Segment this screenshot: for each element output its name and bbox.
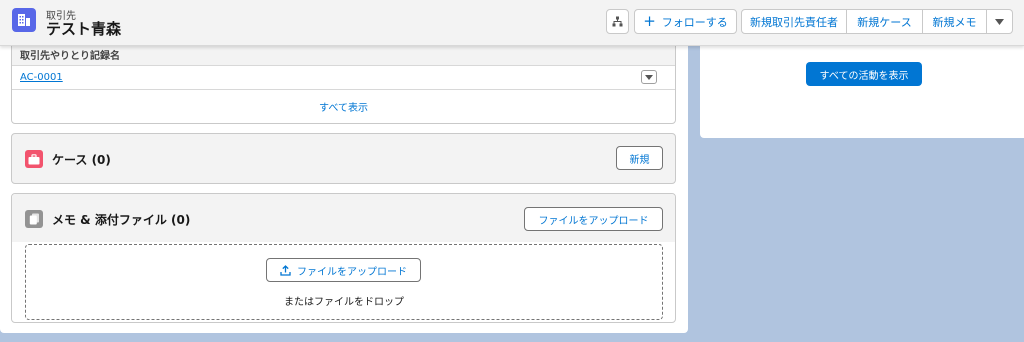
new-contact-button[interactable]: 新規取引先責任者 (741, 9, 847, 34)
chevron-down-icon (645, 74, 653, 80)
upload-files-button[interactable]: ファイルをアップロード (524, 207, 663, 231)
view-all-link[interactable]: すべて表示 (12, 99, 675, 114)
briefcase-icon (25, 150, 43, 168)
files-title: メモ & 添付ファイル (0) (52, 213, 191, 227)
view-all-activities-button[interactable]: すべての活動を表示 (806, 62, 922, 86)
hierarchy-button[interactable] (606, 9, 629, 34)
new-case-button[interactable]: 新規 (616, 146, 663, 170)
hierarchy-icon (612, 16, 623, 27)
files-icon (25, 210, 43, 228)
cases-title: ケース (0) (52, 153, 111, 167)
record-title: テスト青森 (46, 20, 122, 38)
more-actions-button[interactable] (987, 9, 1013, 34)
cases-card: ケース (0) 新規 (11, 133, 676, 184)
activity-panel: すべての活動を表示 (700, 46, 1024, 138)
dropzone-upload-button[interactable]: ファイルをアップロード (266, 258, 421, 282)
new-note-button[interactable]: 新規メモ (923, 9, 987, 34)
plus-icon: + (643, 12, 656, 30)
related-list-activity-records: 取引先やりとり記録名 AC-0001 すべて表示 (11, 36, 676, 124)
dropzone-upload-label: ファイルをアップロード (297, 266, 407, 278)
chevron-down-icon (995, 18, 1004, 25)
upload-icon (280, 264, 291, 276)
new-case-action-button[interactable]: 新規ケース (847, 9, 923, 34)
files-card: メモ & 添付ファイル (0) ファイルをアップロード ファイルをアップロード … (11, 193, 676, 323)
record-link[interactable]: AC-0001 (20, 72, 63, 83)
follow-button[interactable]: + フォローする (634, 9, 737, 34)
row-actions-button[interactable] (641, 70, 657, 84)
account-icon (12, 8, 36, 32)
table-row: AC-0001 (12, 66, 675, 90)
drop-instructions: またはファイルをドロップ (284, 297, 404, 308)
file-dropzone[interactable]: ファイルをアップロード またはファイルをドロップ (25, 244, 663, 320)
record-header: 取引先 テスト青森 + フォローする 新規取引先責任者 新規ケース 新規メモ (0, 0, 1024, 46)
follow-label: フォローする (661, 15, 728, 29)
